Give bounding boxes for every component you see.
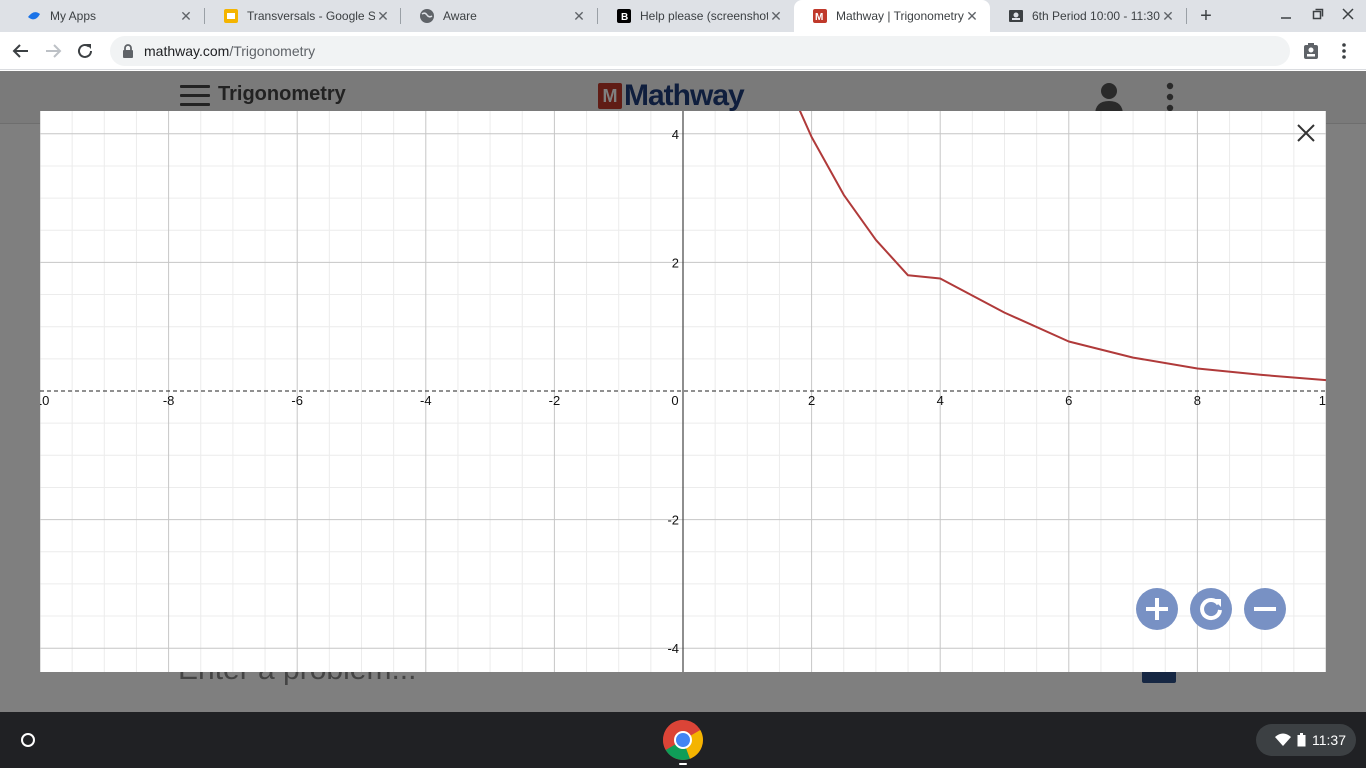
x-tick-label: 8 bbox=[1194, 393, 1201, 408]
forward-arrow-icon[interactable] bbox=[42, 40, 64, 62]
clock-time: 11:37 bbox=[1312, 732, 1346, 748]
my-apps-icon bbox=[26, 8, 42, 24]
os-shelf: 11:37 bbox=[0, 712, 1366, 768]
y-tick-label: -2 bbox=[667, 513, 679, 528]
svg-text:M: M bbox=[815, 12, 823, 23]
close-tab-icon[interactable]: ✕ bbox=[768, 8, 784, 24]
tab-title: Transversals - Google Sli bbox=[247, 9, 375, 23]
x-tick-label: 4 bbox=[937, 393, 944, 408]
tab-title: 6th Period 10:00 - 11:30 bbox=[1032, 9, 1160, 23]
y-tick-label: 2 bbox=[672, 255, 679, 270]
x-tick-label: -10 bbox=[40, 393, 49, 408]
url-path: /Trigonometry bbox=[229, 43, 316, 59]
lock-icon bbox=[122, 44, 134, 58]
classroom-icon bbox=[1008, 8, 1024, 24]
browser-toolbar: mathway.com/Trigonometry bbox=[0, 32, 1366, 70]
tab-strip: My Apps ✕ Transversals - Google Sli ✕ Aw… bbox=[0, 0, 1366, 32]
close-tab-icon[interactable]: ✕ bbox=[1160, 8, 1176, 24]
zoom-in-button[interactable] bbox=[1136, 588, 1178, 630]
x-tick-label: 10 bbox=[1319, 393, 1326, 408]
tab-title: Aware bbox=[443, 9, 477, 23]
mathway-icon: M bbox=[812, 8, 828, 24]
plus-icon bbox=[1146, 598, 1168, 620]
graph-plot[interactable]: -10 -8 -6 -4 -2 0 2 4 6 8 10 -4 -2 2 4 bbox=[40, 111, 1326, 672]
profile-badge-icon[interactable] bbox=[1300, 40, 1322, 62]
close-tab-icon[interactable]: ✕ bbox=[964, 8, 980, 24]
y-tick-label: -4 bbox=[667, 641, 679, 656]
battery-icon bbox=[1297, 733, 1306, 747]
browser-menu-icon[interactable] bbox=[1333, 40, 1355, 62]
minimize-icon[interactable] bbox=[1276, 6, 1296, 26]
zoom-out-button[interactable] bbox=[1244, 588, 1286, 630]
tab-aware[interactable]: Aware ✕ bbox=[401, 0, 597, 32]
close-graph-button[interactable] bbox=[1294, 121, 1318, 145]
wifi-icon bbox=[1275, 733, 1291, 747]
svg-text:B: B bbox=[621, 12, 628, 23]
status-tray[interactable]: 11:37 bbox=[1256, 724, 1356, 756]
y-tick-label: 4 bbox=[672, 127, 679, 142]
google-slides-icon bbox=[223, 8, 239, 24]
url-host: mathway.com bbox=[144, 43, 230, 59]
tab-title: Mathway | Trigonometry bbox=[836, 9, 964, 23]
tab-my-apps[interactable]: My Apps ✕ bbox=[8, 0, 204, 32]
chrome-icon[interactable] bbox=[662, 719, 704, 761]
close-icon bbox=[1297, 124, 1315, 142]
tab-6th-period[interactable]: 6th Period 10:00 - 11:30 ✕ bbox=[990, 0, 1186, 32]
address-bar[interactable]: mathway.com/Trigonometry bbox=[110, 36, 1290, 66]
close-window-icon[interactable] bbox=[1338, 6, 1358, 26]
tab-title: My Apps bbox=[50, 9, 97, 23]
x-tick-label: -6 bbox=[291, 393, 303, 408]
x-tick-label: -8 bbox=[163, 393, 175, 408]
close-tab-icon[interactable]: ✕ bbox=[375, 8, 391, 24]
tab-transversals[interactable]: Transversals - Google Sli ✕ bbox=[205, 0, 401, 32]
tab-help-please[interactable]: B Help please (screenshot ✕ bbox=[598, 0, 794, 32]
tab-mathway[interactable]: M Mathway | Trigonometry ✕ bbox=[794, 0, 990, 32]
graph-dialog: -10 -8 -6 -4 -2 0 2 4 6 8 10 -4 -2 2 4 bbox=[40, 111, 1326, 672]
close-tab-icon[interactable]: ✕ bbox=[178, 8, 194, 24]
close-tab-icon[interactable]: ✕ bbox=[571, 8, 587, 24]
minus-icon bbox=[1254, 607, 1276, 611]
x-tick-label: -4 bbox=[420, 393, 432, 408]
brainly-icon: B bbox=[616, 8, 632, 24]
restore-icon[interactable] bbox=[1308, 6, 1328, 26]
new-tab-button[interactable]: + bbox=[1196, 6, 1216, 26]
refresh-icon bbox=[1200, 598, 1222, 620]
globe-icon bbox=[419, 8, 435, 24]
tab-separator bbox=[1186, 8, 1187, 24]
function-curve bbox=[798, 111, 1326, 382]
x-tick-label: 6 bbox=[1065, 393, 1072, 408]
x-tick-label: 0 bbox=[671, 393, 678, 408]
launcher-button[interactable] bbox=[12, 724, 44, 756]
running-indicator bbox=[679, 763, 687, 765]
tab-title: Help please (screenshot bbox=[640, 9, 768, 23]
reload-icon[interactable] bbox=[74, 40, 96, 62]
x-tick-label: 2 bbox=[808, 393, 815, 408]
back-arrow-icon[interactable] bbox=[10, 40, 32, 62]
x-tick-label: -2 bbox=[549, 393, 561, 408]
reset-zoom-button[interactable] bbox=[1190, 588, 1232, 630]
launcher-icon bbox=[21, 733, 35, 747]
